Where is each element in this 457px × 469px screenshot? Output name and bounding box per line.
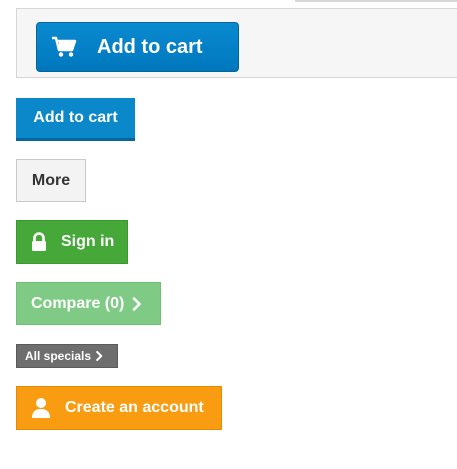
cart-icon (51, 36, 77, 58)
chevron-right-icon (96, 351, 103, 361)
user-icon (31, 397, 51, 419)
add-to-cart-button[interactable]: Add to cart (16, 98, 135, 141)
add-to-cart-large-button[interactable]: Add to cart (36, 22, 239, 72)
add-to-cart-large-label: Add to cart (97, 35, 203, 58)
chevron-right-icon (132, 296, 142, 311)
lock-icon (31, 232, 47, 252)
add-to-cart-label: Add to cart (33, 109, 118, 126)
create-account-button[interactable]: Create an account (16, 386, 222, 430)
all-specials-button[interactable]: All specials (16, 344, 118, 368)
sign-in-button[interactable]: Sign in (16, 220, 128, 264)
sign-in-label: Sign in (61, 233, 115, 250)
create-account-label: Create an account (65, 399, 204, 416)
compare-label: Compare (0) (31, 294, 125, 312)
all-specials-label: All specials (25, 349, 92, 363)
more-button[interactable]: More (16, 159, 86, 202)
compare-button[interactable]: Compare (0) (16, 282, 161, 325)
panel-top-border (295, 0, 457, 2)
more-label: More (31, 171, 71, 189)
